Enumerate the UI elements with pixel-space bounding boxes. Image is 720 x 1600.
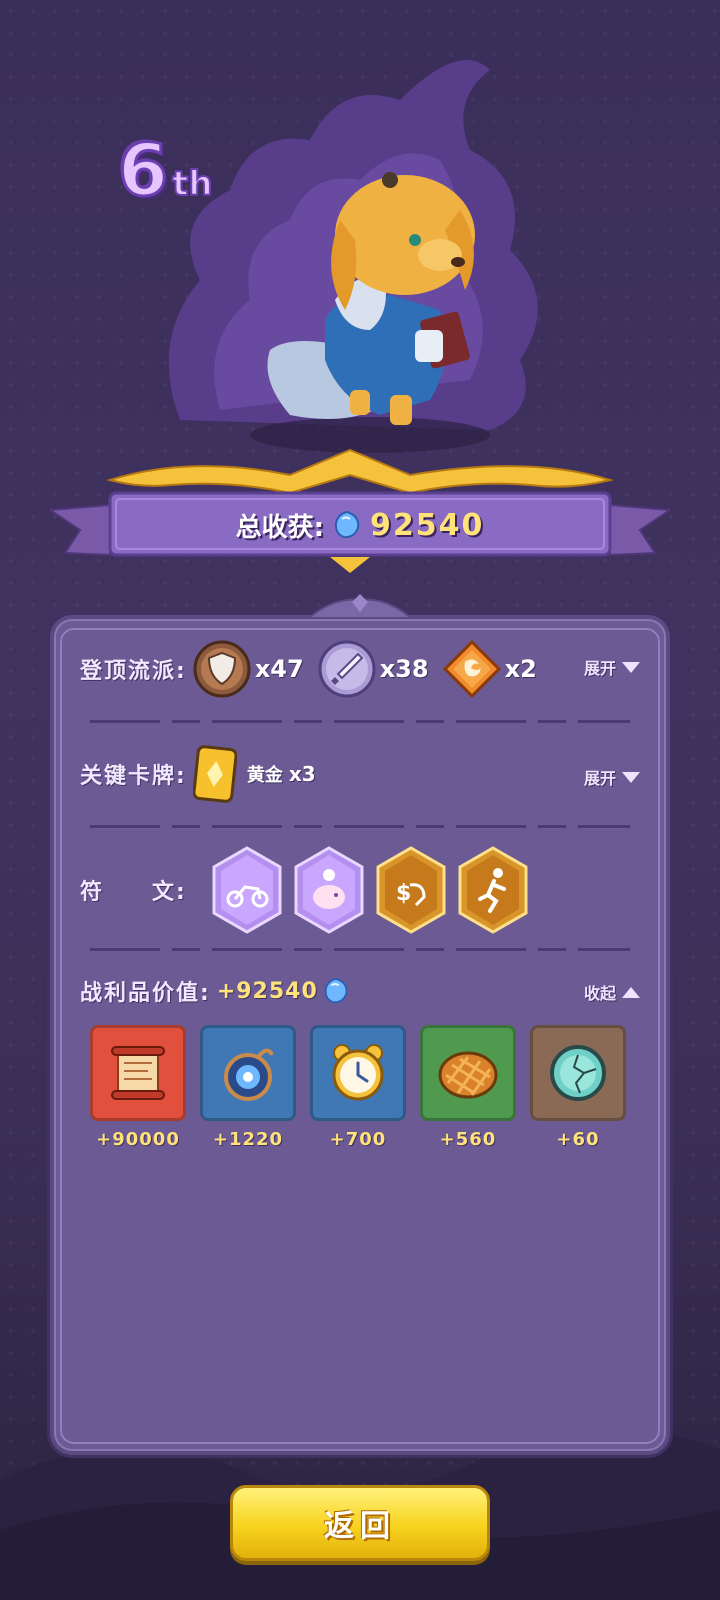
rank-badge: 6 th (116, 127, 213, 214)
loot-row: 战利品价值: +92540 (80, 975, 350, 1007)
loot-label: 战利品价值: (80, 981, 211, 1006)
loot-collapse-toggle[interactable]: 收起 (584, 980, 640, 1004)
sword-count: x38 (379, 655, 429, 683)
loot-item-value: +700 (329, 1129, 387, 1150)
chevron-down-icon (622, 661, 640, 673)
divider (90, 825, 630, 828)
card-count: x3 (288, 762, 316, 786)
blue-gem-icon (334, 510, 360, 539)
rank-suffix: th (171, 163, 213, 205)
svg-text:$: $ (396, 881, 411, 906)
loot-items: +90000 +1220 +700 +560 +60 (90, 1025, 626, 1150)
card-name: 黄金 (246, 765, 283, 786)
slot-machine-rune-icon[interactable]: $ (374, 845, 448, 935)
motorcycle-rune-icon[interactable] (210, 845, 284, 935)
chevron-down-icon (622, 771, 640, 783)
loot-item-tile (310, 1025, 406, 1121)
loot-item-tile (530, 1025, 626, 1121)
divider (90, 948, 630, 951)
loot-item-value: +60 (556, 1129, 600, 1150)
hero-character-illustration (168, 60, 538, 453)
school-toggle-label: 展开 (583, 659, 616, 678)
runes-row: 符 文: $ (80, 845, 530, 935)
alarm-clock-icon (332, 1044, 384, 1101)
school-label: 登顶流派: (80, 659, 187, 684)
cracked-orb-icon (550, 1045, 606, 1101)
runes-label: 符 文: (80, 880, 187, 905)
total-value: 92540 (370, 507, 485, 543)
loot-item-tile (200, 1025, 296, 1121)
bread-icon (438, 1051, 498, 1099)
shield-icon (193, 640, 251, 698)
cards-toggle-label: 展开 (583, 769, 616, 788)
piggy-bank-rune-icon[interactable] (292, 845, 366, 935)
school-row: 登顶流派: x47 x38 x2 (80, 640, 551, 698)
cards-expand-toggle[interactable]: 展开 (584, 765, 640, 789)
total-harvest: 总收获: 92540 (0, 505, 720, 545)
flame-swirl-icon (442, 640, 501, 698)
blue-gem-icon (324, 977, 348, 1004)
loot-item[interactable]: +700 (310, 1025, 406, 1150)
panel-top-ornament (310, 594, 410, 618)
total-label: 总收获: (235, 512, 325, 543)
runner-rune-icon[interactable] (456, 845, 530, 935)
chevron-up-icon (622, 986, 640, 998)
loot-toggle-label: 收起 (583, 984, 616, 1003)
scroll-icon (111, 1046, 165, 1100)
shield-count: x47 (254, 655, 304, 683)
loot-item-tile (90, 1025, 186, 1121)
divider (90, 720, 630, 723)
sword-icon (318, 640, 376, 698)
cards-row: 关键卡牌: 黄金 x3 (80, 745, 316, 803)
back-button[interactable]: 返回 (230, 1485, 490, 1561)
loot-item[interactable]: +560 (420, 1025, 516, 1150)
loot-item[interactable]: +90000 (90, 1025, 186, 1150)
loot-item-value: +1220 (212, 1129, 284, 1150)
loot-item[interactable]: +60 (530, 1025, 626, 1150)
cards-label: 关键卡牌: (80, 764, 187, 789)
loot-item[interactable]: +1220 (200, 1025, 296, 1150)
loot-item-value: +560 (439, 1129, 497, 1150)
loot-item-value: +90000 (96, 1129, 180, 1150)
blue-charm-icon (224, 1048, 274, 1101)
school-expand-toggle[interactable]: 展开 (584, 655, 640, 679)
gold-card-icon (192, 745, 237, 803)
rank-number: 6 (116, 127, 169, 214)
loot-item-tile (420, 1025, 516, 1121)
loot-value: +92540 (216, 978, 318, 1004)
flame-count: x2 (504, 655, 537, 683)
